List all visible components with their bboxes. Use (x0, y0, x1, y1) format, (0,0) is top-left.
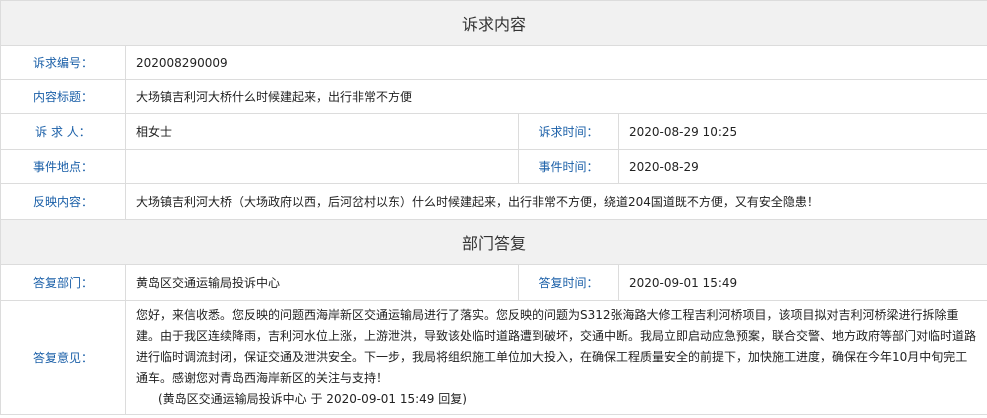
event-location-value (125, 149, 519, 184)
reply-time-label: 答复时间： (518, 264, 619, 301)
complaint-section-header: 诉求内容 (0, 0, 987, 46)
complaint-content-row: 反映内容： 大场镇吉利河大桥（大场政府以西，后河岔村以东）什么时候建起来，出行非… (0, 183, 987, 220)
complaint-number-value: 202008290009 (124, 45, 987, 80)
complaint-number-row: 诉求编号： 202008290009 (0, 45, 987, 80)
reply-opinion-cell: 您好，来信收悉。您反映的问题西海岸新区交通运输局进行了落实。您反映的问题为S31… (124, 300, 987, 415)
event-time-value: 2020-08-29 (617, 149, 987, 184)
event-time-label: 事件时间： (518, 149, 619, 184)
complaint-detail-table: 诉求内容 诉求编号： 202008290009 内容标题： 大场镇吉利河大桥什么… (0, 0, 987, 415)
complaint-person-value: 相女士 (125, 113, 519, 150)
reply-signature: (黄岛区交通运输局投诉中心 于 2020-09-01 15:49 回复) (158, 392, 467, 406)
complaint-subject-row: 内容标题： 大场镇吉利河大桥什么时候建起来，出行非常不方便 (0, 79, 987, 114)
complaint-location-row: 事件地点： 事件时间： 2020-08-29 (0, 149, 987, 184)
reply-dept-label: 答复部门： (0, 264, 126, 301)
complaint-content-value: 大场镇吉利河大桥（大场政府以西，后河岔村以东）什么时候建起来，出行非常不方便，绕… (124, 183, 987, 220)
reply-dept-row: 答复部门： 黄岛区交通运输局投诉中心 答复时间： 2020-09-01 15:4… (0, 264, 987, 301)
reply-opinion-text: 您好，来信收悉。您反映的问题西海岸新区交通运输局进行了落实。您反映的问题为S31… (136, 308, 977, 385)
complaint-time-label: 诉求时间： (518, 113, 619, 150)
complaint-number-label: 诉求编号： (0, 45, 126, 80)
complaint-subject-label: 内容标题： (0, 79, 126, 114)
complaint-time-value: 2020-08-29 10:25 (617, 113, 987, 150)
reply-section-header: 部门答复 (0, 219, 987, 265)
complaint-subject-value: 大场镇吉利河大桥什么时候建起来，出行非常不方便 (124, 79, 987, 114)
complaint-person-label: 诉 求 人： (0, 113, 126, 150)
complaint-person-row: 诉 求 人： 相女士 诉求时间： 2020-08-29 10:25 (0, 113, 987, 150)
reply-dept-value: 黄岛区交通运输局投诉中心 (125, 264, 519, 301)
complaint-content-label: 反映内容： (0, 183, 126, 220)
reply-opinion-row: 答复意见： 您好，来信收悉。您反映的问题西海岸新区交通运输局进行了落实。您反映的… (0, 300, 987, 415)
event-location-label: 事件地点： (0, 149, 126, 184)
reply-time-value: 2020-09-01 15:49 (617, 264, 987, 301)
reply-opinion-label: 答复意见： (0, 300, 126, 415)
